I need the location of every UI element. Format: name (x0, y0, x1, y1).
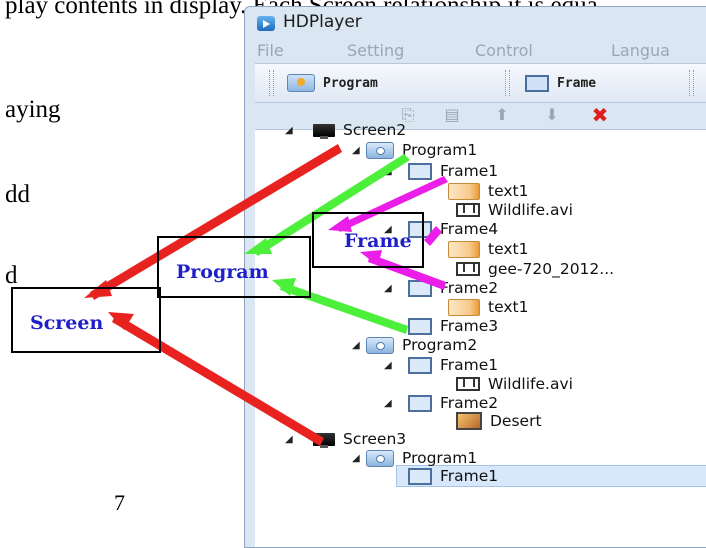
expand-arrow-icon[interactable]: ◢ (384, 166, 392, 177)
program-icon (366, 141, 394, 159)
frame-icon (408, 279, 432, 297)
tree-item-text[interactable]: text1 (448, 298, 528, 316)
tree-item-label: Frame2 (440, 279, 499, 297)
video-item-icon (456, 377, 480, 391)
tree-item-program[interactable]: ◢ Program2 (352, 336, 478, 354)
image-item-icon (456, 412, 482, 430)
add-program-label: Program (323, 75, 378, 91)
program-icon (366, 449, 394, 467)
tree-item-label: Screen2 (343, 121, 407, 139)
tree-item-image[interactable]: Desert (456, 412, 542, 430)
video-item-icon (456, 203, 480, 217)
add-frame-button[interactable]: Frame (525, 69, 596, 97)
add-frame-label: Frame (557, 75, 597, 91)
tree-item-video[interactable]: gee-720_2012... (456, 260, 614, 278)
tree-item-screen[interactable]: ◢ Screen3 (285, 430, 407, 448)
tree-item-label: Frame3 (440, 317, 499, 335)
tree-item-label: Program1 (402, 449, 478, 467)
window-title: HDPlayer (283, 12, 362, 32)
tree-item-frame[interactable]: ◢ Frame1 (384, 356, 499, 374)
toolbar-grip[interactable] (689, 70, 694, 96)
toolbar-grip[interactable] (505, 70, 510, 96)
tree-item-label: text1 (488, 298, 529, 316)
screen-icon (313, 123, 335, 139)
expand-arrow-icon[interactable]: ◢ (352, 340, 360, 351)
tree-item-label: Wildlife.avi (488, 201, 573, 219)
tree-item-label: Frame2 (440, 394, 499, 412)
expand-arrow-icon[interactable]: ◢ (352, 453, 360, 464)
move-up-icon[interactable]: ⬆ (491, 105, 513, 125)
tree-item-frame[interactable]: Frame3 (408, 317, 498, 335)
add-program-button[interactable]: Program (287, 69, 378, 97)
toolbar: Program Frame (255, 63, 706, 103)
hdplayer-app-icon (257, 16, 275, 31)
tree-item-label: Frame4 (440, 220, 499, 238)
paste-icon[interactable]: ▤ (441, 105, 463, 125)
expand-arrow-icon[interactable]: ◢ (384, 398, 392, 409)
toolbar-grip[interactable] (269, 70, 274, 96)
tree-item-video[interactable]: Wildlife.avi (456, 375, 573, 393)
menu-bar: File Setting Control Langua (255, 41, 706, 63)
document-left-fragment-2: dd (5, 181, 30, 208)
tree-item-frame[interactable]: ◢ Frame2 (384, 279, 499, 297)
expand-arrow-icon[interactable]: ◢ (384, 283, 392, 294)
tree-item-label: Screen3 (343, 430, 407, 448)
tree-item-label: text1 (488, 240, 529, 258)
menu-file[interactable]: File (257, 41, 284, 60)
screen-icon (313, 432, 335, 448)
frame-icon (408, 317, 432, 335)
tree-item-label: text1 (488, 182, 529, 200)
menu-control[interactable]: Control (475, 41, 533, 60)
tree-item-text[interactable]: text1 (448, 182, 528, 200)
program-label: Program (176, 261, 269, 283)
tree-item-label: Wildlife.avi (488, 375, 573, 393)
tree-item-label: gee-720_2012... (488, 260, 615, 278)
menu-setting[interactable]: Setting (347, 41, 404, 60)
expand-arrow-icon[interactable]: ◢ (384, 360, 392, 371)
document-left-fragment-3: d (5, 262, 18, 289)
program-icon (366, 336, 394, 354)
frame-label: Frame (344, 230, 412, 252)
tree-item-frame[interactable]: ◢ Frame1 (384, 162, 499, 180)
tree-item-label: Program1 (402, 141, 478, 159)
tree-item-video[interactable]: Wildlife.avi (456, 201, 573, 219)
frame-icon (408, 356, 432, 374)
frame-icon (408, 394, 432, 412)
title-bar[interactable]: HDPlayer (245, 7, 706, 39)
tree-item-text[interactable]: text1 (448, 240, 528, 258)
text-item-icon (448, 240, 480, 258)
move-down-icon[interactable]: ⬇ (541, 105, 563, 125)
document-left-fragment-1: aying (5, 96, 61, 123)
expand-arrow-icon[interactable]: ◢ (352, 145, 360, 156)
tree-item-frame[interactable]: ◢ Frame2 (384, 394, 499, 412)
delete-icon[interactable]: ✖ (589, 105, 611, 125)
frame-icon (408, 467, 432, 485)
text-item-icon (448, 182, 480, 200)
tree-item-label: Frame1 (440, 162, 499, 180)
text-item-icon (448, 298, 480, 316)
tree-item-label: Program2 (402, 336, 478, 354)
frame-icon (408, 162, 432, 180)
program-icon (287, 74, 315, 92)
menu-language[interactable]: Langua (611, 41, 670, 60)
tree-item-program[interactable]: ◢ Program1 (352, 141, 478, 159)
expand-arrow-icon[interactable]: ◢ (285, 434, 293, 445)
video-item-icon (456, 262, 480, 276)
tree-item-screen[interactable]: ◢ Screen2 (285, 121, 407, 139)
tree-item-label: Frame1 (440, 467, 499, 485)
page-number: 7 (114, 490, 125, 515)
screen-label: Screen (30, 312, 104, 334)
tree-item-label: Frame1 (440, 356, 499, 374)
expand-arrow-icon[interactable]: ◢ (285, 125, 293, 136)
tree-item-program[interactable]: ◢ Program1 (352, 449, 478, 467)
frame-icon (525, 74, 549, 92)
tree-item-label: Desert (490, 412, 542, 430)
tree-item-frame-selected[interactable]: Frame1 (408, 467, 498, 485)
